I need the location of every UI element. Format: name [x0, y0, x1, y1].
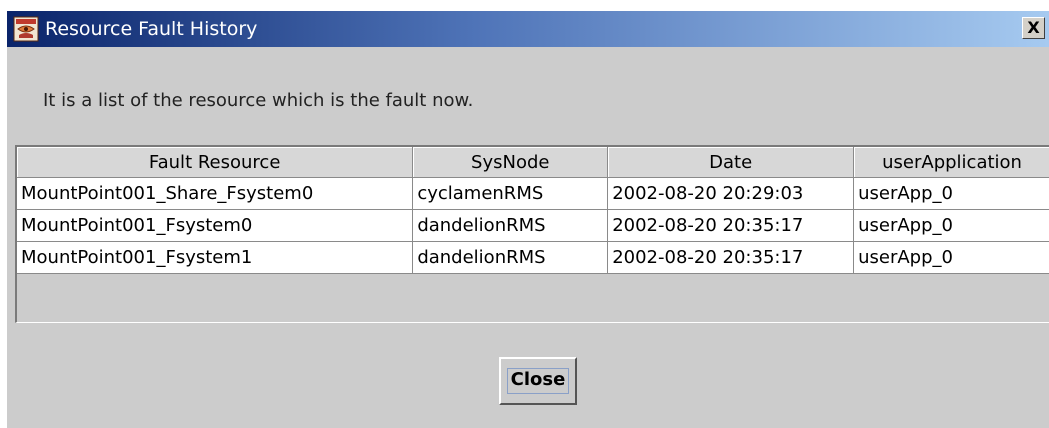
cell-userapplication[interactable]: userApp_0 [853, 241, 1049, 274]
column-header-date[interactable]: Date [607, 147, 855, 178]
column-header-fault-resource[interactable]: Fault Resource [17, 147, 414, 178]
column-header-sysnode[interactable]: SysNode [412, 147, 609, 178]
fault-table-container: Fault Resource SysNode Date userApplicat… [15, 145, 1049, 323]
cell-sysnode[interactable]: dandelionRMS [412, 241, 609, 274]
column-header-userapplication[interactable]: userApplication [853, 147, 1049, 178]
table-row[interactable]: MountPoint001_Fsystem1 dandelionRMS 2002… [17, 241, 1049, 274]
cell-fault-resource[interactable]: MountPoint001_Fsystem1 [17, 241, 414, 274]
table-row[interactable]: MountPoint001_Share_Fsystem0 cyclamenRMS… [17, 177, 1049, 210]
window-title: Resource Fault History [45, 18, 258, 40]
cell-sysnode[interactable]: dandelionRMS [412, 209, 609, 242]
table-header-row: Fault Resource SysNode Date userApplicat… [17, 147, 1049, 178]
title-bar[interactable]: Resource Fault History X [7, 11, 1049, 47]
cell-userapplication[interactable]: userApp_0 [853, 209, 1049, 242]
cell-userapplication[interactable]: userApp_0 [853, 177, 1049, 210]
resource-fault-history-dialog: Resource Fault History X It is a list of… [6, 10, 1049, 428]
info-message: It is a list of the resource which is th… [43, 90, 474, 111]
cell-date[interactable]: 2002-08-20 20:35:17 [607, 209, 855, 242]
cell-date[interactable]: 2002-08-20 20:35:17 [607, 241, 855, 274]
close-window-icon[interactable]: X [1022, 17, 1045, 39]
cell-fault-resource[interactable]: MountPoint001_Share_Fsystem0 [17, 177, 414, 210]
java-app-icon [13, 16, 39, 42]
cell-sysnode[interactable]: cyclamenRMS [412, 177, 609, 210]
close-button-label: Close [510, 369, 566, 390]
cell-fault-resource[interactable]: MountPoint001_Fsystem0 [17, 209, 414, 242]
close-button[interactable]: Close [499, 357, 577, 405]
cell-date[interactable]: 2002-08-20 20:29:03 [607, 177, 855, 210]
table-row[interactable]: MountPoint001_Fsystem0 dandelionRMS 2002… [17, 209, 1049, 242]
fault-resource-table: Fault Resource SysNode Date userApplicat… [17, 147, 1049, 274]
